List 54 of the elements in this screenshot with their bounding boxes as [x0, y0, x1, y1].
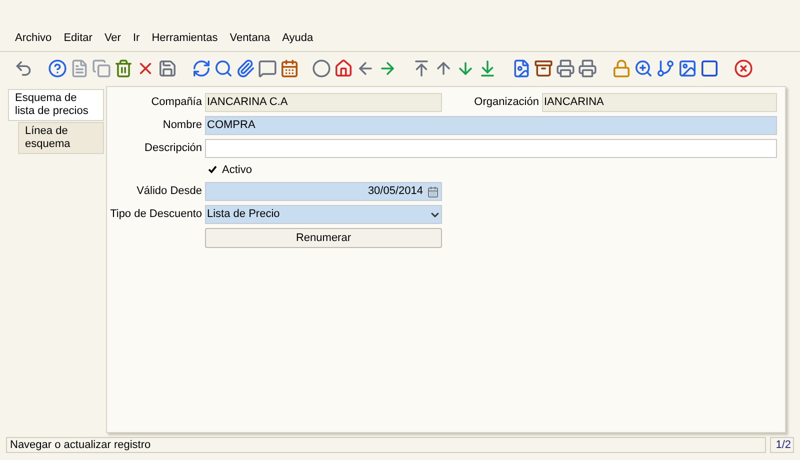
workflow-icon[interactable]: [656, 59, 675, 78]
company-field[interactable]: IANCARINA C.A: [205, 92, 442, 112]
zoom-icon[interactable]: [634, 59, 653, 78]
archive-icon[interactable]: [534, 59, 553, 78]
printer-icon[interactable]: [578, 59, 597, 78]
menu-item[interactable]: Ir: [132, 30, 140, 46]
new-document-icon[interactable]: [70, 59, 89, 78]
menu-item[interactable]: Ver: [104, 30, 121, 46]
square-icon[interactable]: [700, 59, 719, 78]
date-field[interactable]: 30/05/2014: [205, 182, 442, 201]
field-label: Compañía: [150, 94, 202, 110]
status-message: Navegar o actualizar registro: [6, 437, 766, 453]
menu-item[interactable]: Archivo: [15, 30, 52, 46]
first-record-icon[interactable]: [412, 59, 431, 78]
copy-icon[interactable]: [92, 59, 111, 78]
menu-item[interactable]: Editar: [64, 30, 92, 46]
checkbox-label: Activo: [222, 162, 252, 178]
printer-icon[interactable]: [556, 59, 575, 78]
field-label: Organización: [473, 94, 539, 110]
trash-icon[interactable]: [114, 59, 133, 78]
last-record-icon[interactable]: [478, 59, 497, 78]
menu-item[interactable]: Herramientas: [152, 30, 218, 46]
organization-field[interactable]: IANCARINA: [542, 92, 777, 112]
field-label: Descripción: [144, 140, 202, 156]
undo-icon[interactable]: [14, 59, 33, 78]
field-label: Válido Desde: [136, 184, 202, 200]
field-label: Nombre: [162, 118, 202, 133]
save-icon[interactable]: [158, 59, 177, 78]
renumber-button[interactable]: Renumerar: [205, 228, 442, 248]
menu-item[interactable]: Ayuda: [282, 30, 314, 46]
record-counter: 1/2: [770, 437, 794, 453]
name-field[interactable]: COMPRA: [205, 116, 777, 134]
chat-icon[interactable]: [258, 59, 277, 78]
circle-icon[interactable]: [312, 59, 331, 78]
image-icon[interactable]: [678, 59, 697, 78]
tab[interactable]: Esquema de lista de precios: [8, 88, 104, 120]
field-label: Tipo de Descuento: [109, 207, 202, 222]
tab[interactable]: Línea de esquema: [18, 122, 104, 154]
active-checkbox[interactable]: [207, 164, 218, 176]
report-icon[interactable]: [512, 59, 531, 78]
lock-icon[interactable]: [612, 59, 631, 78]
menu-item[interactable]: Ventana: [230, 30, 270, 46]
discount-type-dropdown[interactable]: Lista de Precio: [205, 205, 442, 224]
search-icon[interactable]: [214, 59, 233, 78]
calendar-icon[interactable]: [280, 59, 299, 78]
description-field[interactable]: [205, 138, 777, 158]
refresh-icon[interactable]: [192, 59, 211, 78]
help-icon[interactable]: [48, 59, 67, 78]
close-icon[interactable]: [734, 59, 753, 78]
home-icon[interactable]: [334, 59, 353, 78]
attachment-icon[interactable]: [236, 59, 255, 78]
calendar-icon[interactable]: [427, 186, 439, 198]
arrow-right-icon[interactable]: [378, 59, 397, 78]
arrow-left-icon[interactable]: [356, 59, 375, 78]
